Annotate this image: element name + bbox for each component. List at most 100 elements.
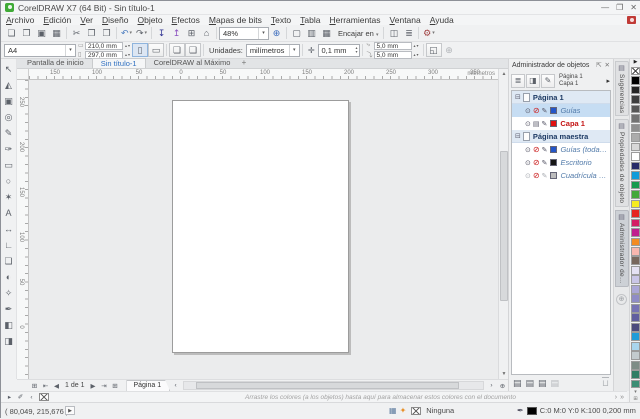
crop-tool[interactable]: ▣ <box>2 93 16 109</box>
minimize-button[interactable]: — <box>601 3 609 12</box>
export-icon[interactable]: ↥ <box>169 26 184 40</box>
docker-flyout-icon[interactable]: ▸ <box>606 77 610 85</box>
document-page[interactable] <box>172 100 349 353</box>
color-swatch[interactable] <box>631 190 640 199</box>
stepper-icon[interactable]: ▴▾ <box>356 46 358 54</box>
chevron-down-icon[interactable]: ▾ <box>289 45 299 56</box>
color-swatch[interactable] <box>631 285 640 294</box>
stepper-icon[interactable]: ▴▾ <box>413 44 419 48</box>
no-color-swatch[interactable] <box>39 393 49 401</box>
color-swatch[interactable] <box>631 370 640 379</box>
treat-as-filled-button[interactable]: ◱ <box>426 43 442 57</box>
printable-icon[interactable]: ⊘ <box>533 171 540 180</box>
connector-tool[interactable]: ∟ <box>2 237 16 253</box>
duplicate-x-field[interactable]: 5,0 mm <box>374 42 412 50</box>
new-layer-button[interactable]: ▤ <box>513 378 522 389</box>
color-swatch[interactable] <box>631 181 640 190</box>
layer-color-swatch[interactable] <box>550 146 557 153</box>
color-swatch[interactable] <box>631 247 640 256</box>
menu-archivo[interactable]: Archivo <box>6 15 34 25</box>
paste-icon[interactable]: ❒ <box>99 26 114 40</box>
ellipse-tool[interactable]: ○ <box>2 173 16 189</box>
print-icon[interactable]: ▦ <box>49 26 64 40</box>
layer-color-swatch[interactable] <box>550 172 557 179</box>
color-swatch[interactable] <box>631 351 640 360</box>
rectangle-tool[interactable]: ▭ <box>2 157 16 173</box>
color-swatch[interactable] <box>631 313 640 322</box>
paper-size-combo[interactable]: A4 ▾ <box>4 44 76 57</box>
tree-row-layer[interactable]: ⊙▤✎Capa 1 <box>512 117 610 130</box>
color-swatch[interactable] <box>631 219 640 228</box>
dock-pin-icon[interactable]: ⇱ <box>596 61 601 69</box>
zoom-tool[interactable]: ◎ <box>2 109 16 125</box>
layer-color-swatch[interactable] <box>550 107 557 114</box>
printable-icon[interactable]: ⊘ <box>533 145 540 154</box>
tree-row-page[interactable]: ⊟Página 1 <box>512 91 610 104</box>
menu-texto[interactable]: Texto <box>271 15 291 25</box>
anchor-icon[interactable]: ✦ <box>400 406 407 415</box>
portrait-button[interactable]: ▯ <box>132 43 148 57</box>
collapse-icon[interactable]: ⊟ <box>515 132 521 140</box>
application-launcher-icon[interactable]: ⊞ <box>184 26 199 40</box>
scroll-right-icon[interactable]: › <box>615 394 617 401</box>
chevron-down-icon[interactable]: ▾ <box>65 45 75 56</box>
menu-mapas-de-bits[interactable]: Mapas de bits <box>209 15 262 25</box>
palette-flyout-icon[interactable]: ▶ <box>634 59 638 66</box>
color-swatch[interactable] <box>631 133 640 142</box>
duplicate-y-field[interactable]: 5,0 mm <box>374 51 412 59</box>
color-swatch[interactable] <box>631 323 640 332</box>
interactive-fill-tool[interactable]: ◨ <box>2 333 16 349</box>
edit-across-layers-button[interactable]: ✎ <box>541 74 555 88</box>
navigator-icon[interactable]: ⊕ <box>497 382 508 390</box>
layer-color-swatch[interactable] <box>550 159 557 166</box>
copy-icon[interactable]: ❐ <box>84 26 99 40</box>
color-swatch[interactable] <box>631 238 640 247</box>
add-page-frame-button[interactable]: ⊕ <box>442 43 457 57</box>
fullscreen-preview-icon[interactable]: ▢ <box>289 26 304 40</box>
new-master-layer-odd-button[interactable]: ▤ <box>538 378 547 389</box>
color-swatch[interactable] <box>631 143 640 152</box>
tree-row-layer[interactable]: ⊙⊘✎Escritorio <box>512 156 610 169</box>
tree-row-page[interactable]: ⊟Página maestra <box>512 130 610 143</box>
color-swatch[interactable] <box>631 380 640 389</box>
current-page-button[interactable]: ❑ <box>185 43 201 57</box>
docker-tab-sugerencias[interactable]: ▤Sugerencias <box>615 61 629 116</box>
color-eyedropper-tool[interactable]: ✧ <box>2 285 16 301</box>
open-icon[interactable]: ❐ <box>19 26 34 40</box>
layer-manager-view-button[interactable]: ≣ <box>511 74 525 88</box>
visibility-eye-icon[interactable]: ⊙ <box>525 146 531 154</box>
tree-row-layer[interactable]: ⊙⊘✎Guías (todas las páginas) <box>512 143 610 156</box>
polygon-tool[interactable]: ✶ <box>2 189 16 205</box>
palette-flyout-icon[interactable]: ▸ <box>4 393 15 401</box>
menu-herramientas[interactable]: Herramientas <box>330 15 381 25</box>
page-tab[interactable]: Página 1 <box>126 380 170 391</box>
close-icon[interactable]: ✕ <box>605 61 610 69</box>
artistic-media-tool[interactable]: ✑ <box>2 141 16 157</box>
scroll-left-icon[interactable]: ‹ <box>26 394 37 401</box>
show-rulers-icon[interactable]: ▥ <box>304 26 319 40</box>
scrollbar-thumb[interactable] <box>500 151 508 301</box>
horizontal-ruler[interactable]: milímetros 15010050050100150200250300350 <box>29 69 498 80</box>
color-swatch[interactable] <box>631 171 640 180</box>
palette-expand-icon[interactable]: ⊞ <box>633 396 637 402</box>
sign-in-icon[interactable] <box>627 16 636 24</box>
parallel-dimension-tool[interactable]: ↔ <box>2 221 16 237</box>
printable-icon[interactable]: ⊘ <box>533 106 540 115</box>
previous-page-icon[interactable]: ◀ <box>51 382 62 390</box>
visibility-eye-icon[interactable]: ⊙ <box>525 159 531 167</box>
color-swatch[interactable] <box>631 86 640 95</box>
color-swatch[interactable] <box>631 95 640 104</box>
snap-to-dropdown[interactable]: Encajar en ▾ <box>338 29 378 38</box>
color-swatch[interactable] <box>631 162 640 171</box>
menu-ventana[interactable]: Ventana <box>390 15 421 25</box>
tab-pantalla-de-inicio[interactable]: Pantalla de inicio <box>19 58 92 68</box>
color-swatch[interactable] <box>631 209 640 218</box>
color-swatch[interactable] <box>631 105 640 114</box>
stepper-icon[interactable]: ▴▾ <box>124 44 130 48</box>
menu-ayuda[interactable]: Ayuda <box>430 15 454 25</box>
editable-pencil-icon[interactable]: ✎ <box>542 107 548 115</box>
align-settings-icon[interactable]: ≣ <box>401 26 416 40</box>
palette-scroll-down-icon[interactable]: ▾ <box>634 389 637 395</box>
shape-tool[interactable]: ◭ <box>2 77 16 93</box>
new-document-tab-button[interactable]: + <box>238 58 249 68</box>
